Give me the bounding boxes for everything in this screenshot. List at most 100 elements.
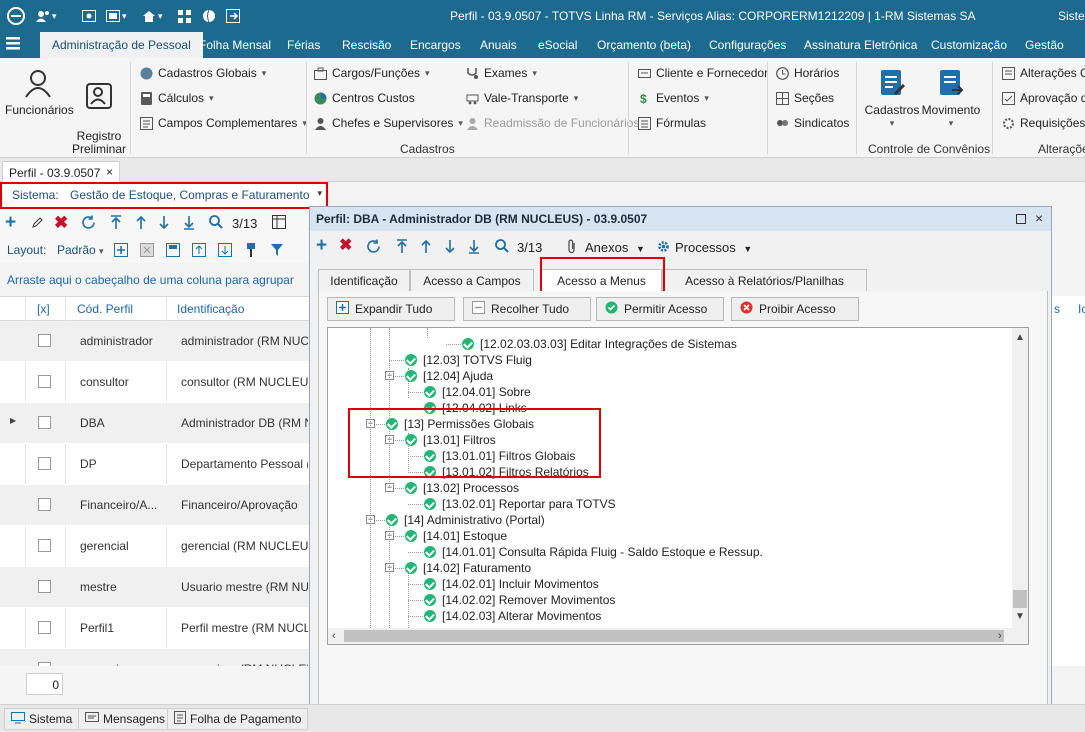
tree-node[interactable]: [12.04.01] Sobre [424,384,531,400]
permitir-acesso-button[interactable]: Permitir Acesso [596,297,724,321]
row-checkbox[interactable] [38,416,51,429]
table-row[interactable]: Perfil1 Perfil mestre (RM NUCLEUS) [0,608,310,649]
first-record-icon[interactable] [110,215,122,233]
layout-save-icon[interactable] [166,243,180,260]
user-menu-icon[interactable]: ▾ [36,0,57,32]
layout-add-icon[interactable] [114,243,128,260]
tree-node[interactable]: [13.02] Processos [405,480,519,496]
row-checkbox[interactable] [38,580,51,593]
status-folha-button[interactable]: Folha de Pagamento [167,708,309,730]
calculos-button[interactable]: Cálculos ▾ [140,91,214,105]
previous-record-icon[interactable] [135,215,147,233]
exames-button[interactable]: Exames ▾ [466,66,537,80]
formulas-button[interactable]: Fórmulas [638,116,706,130]
add-icon[interactable]: + [5,213,16,232]
scroll-thumb[interactable] [1013,590,1027,608]
proibir-acesso-button[interactable]: Proibir Acesso [731,297,859,321]
scroll-left-icon[interactable]: ‹ [332,630,336,642]
readmissao-button[interactable]: Readmissão de Funcionários [466,116,639,130]
grid-apps-icon[interactable] [178,0,191,32]
table-row[interactable]: consultor consultor (RM NUCLEUS) [0,362,310,403]
menu-folha-mensal[interactable]: Folha Mensal [199,38,271,52]
refresh-icon[interactable] [366,239,381,257]
tree-node[interactable]: [14.02] Faturamento [405,560,531,576]
tree-node[interactable]: [14.02.03] Alterar Movimentos [424,608,601,624]
logout-icon[interactable] [226,0,240,32]
scroll-down-icon[interactable]: ▼ [1015,611,1025,622]
access-granted-icon[interactable] [386,514,398,526]
funcionarios-button[interactable]: Funcionários [5,68,74,117]
vale-transporte-button[interactable]: Vale-Transporte ▾ [466,91,578,105]
group-by-hint[interactable]: Arraste aqui o cabeçalho de uma coluna p… [0,269,310,291]
tree-node[interactable]: [14.02.01] Incluir Movimentos [424,576,599,592]
header-code[interactable]: Cód. Perfil [77,302,133,316]
table-row[interactable]: DP Departamento Pessoal (RM NUCLEUS) [0,444,310,485]
refresh-icon[interactable] [81,215,96,233]
row-checkbox[interactable] [38,621,51,634]
table-row[interactable]: ▶ DBA Administrador DB (RM NUCLEUS) [0,403,310,444]
layout-upload-icon[interactable] [192,243,206,260]
search-icon[interactable] [209,215,223,232]
access-granted-icon[interactable] [424,386,436,398]
filter-icon[interactable] [270,243,284,260]
layout-remove-icon[interactable] [140,243,154,260]
access-granted-icon[interactable] [405,354,417,366]
tree-vertical-scrollbar[interactable]: ▲ ▼ [1012,328,1028,628]
columns-icon[interactable] [272,215,286,232]
cliente-fornecedor-button[interactable]: Cliente e Fornecedor [638,66,768,80]
menu-ferias[interactable]: Férias [287,38,320,52]
table-row[interactable]: supervisorsupervisor (RM NUCLEUS) [0,649,310,666]
campos-complementares-button[interactable]: Campos Complementares ▾ [140,116,307,130]
status-sistema-button[interactable]: Sistema [4,708,80,730]
menu-esocial[interactable]: eSocial [538,38,577,52]
tree-node[interactable]: [12.03] TOTVS Fluig [405,352,532,368]
delete-icon[interactable]: ✖ [54,214,68,231]
header-ident[interactable]: Identificação [177,302,244,316]
secoes-button[interactable]: Seções [776,91,834,105]
search-icon[interactable] [495,239,509,256]
access-granted-icon[interactable] [424,498,436,510]
menu-assinatura-eletronica[interactable]: Assinatura Eletrônica [804,38,917,52]
maximize-icon[interactable] [1016,213,1026,227]
view-icon[interactable] [82,0,96,32]
tree-node[interactable]: [12.04] Ajuda [405,368,493,384]
tree-node[interactable]: [14.01] Estoque [405,528,507,544]
access-granted-icon[interactable] [424,578,436,590]
last-record-icon[interactable] [183,215,195,233]
scroll-right-icon[interactable]: › [998,630,1002,642]
tree-node[interactable]: [13.02.01] Reportar para TOTVS [424,496,616,512]
tab-acesso-campos[interactable]: Acesso a Campos [410,269,534,291]
eventos-button[interactable]: $ Eventos ▾ [638,91,709,106]
last-record-icon[interactable] [468,239,480,257]
dialog-close-icon[interactable]: × [1035,210,1043,226]
anexos-button[interactable]: Anexos ▼ [585,240,645,255]
next-record-icon[interactable] [444,239,456,257]
menu-encargos[interactable]: Encargos [410,38,461,52]
menu-gestao[interactable]: Gestão [1025,38,1064,52]
header-col-ic[interactable]: Ic [1078,302,1085,316]
tab-identificacao[interactable]: Identificação [318,269,410,291]
row-checkbox[interactable] [38,334,51,347]
processos-button[interactable]: Processos ▼ [675,240,752,255]
delete-icon[interactable]: ✖ [339,238,352,254]
access-granted-icon[interactable] [424,594,436,606]
previous-record-icon[interactable] [420,239,432,257]
centros-custos-button[interactable]: Centros Custos [314,91,415,105]
access-granted-icon[interactable] [462,338,474,350]
header-col-s[interactable]: s [1054,302,1060,316]
cadastros-globais-button[interactable]: Cadastros Globais ▾ [140,66,266,80]
menu-configuracoes[interactable]: Configurações [709,38,786,52]
registro-preliminar-button[interactable]: Registro Preliminar [72,68,126,169]
table-row[interactable]: gerencial gerencial (RM NUCLEUS) [0,526,310,567]
menu-orcamento[interactable]: Orçamento (beta) [597,38,691,52]
sistema-select[interactable]: Sistema: Gestão de Estoque, Compras e Fa… [0,182,328,209]
layout-select[interactable]: Padrão ▾ [57,243,104,257]
tree-node[interactable]: [12.02.03.03.03] Editar Integrações de S… [462,336,737,352]
menu-rescisao[interactable]: Rescisão [342,38,391,52]
tree-node[interactable]: [14.02.02] Remover Movimentos [424,592,615,608]
scroll-thumb-h[interactable] [344,630,1004,642]
globe-icon[interactable] [202,0,216,32]
table-row[interactable]: administrador administrador (RM NUCLEUS) [0,321,310,362]
next-record-icon[interactable] [158,215,170,233]
header-check[interactable]: [x] [37,302,50,316]
